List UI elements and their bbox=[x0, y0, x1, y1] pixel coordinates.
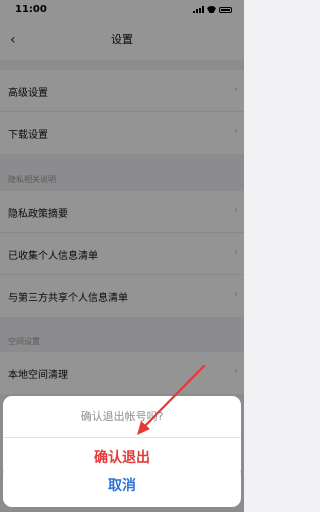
cancel-button[interactable]: 取消 bbox=[3, 465, 241, 507]
action-sheet-title: 确认退出帐号吗? bbox=[3, 396, 241, 438]
